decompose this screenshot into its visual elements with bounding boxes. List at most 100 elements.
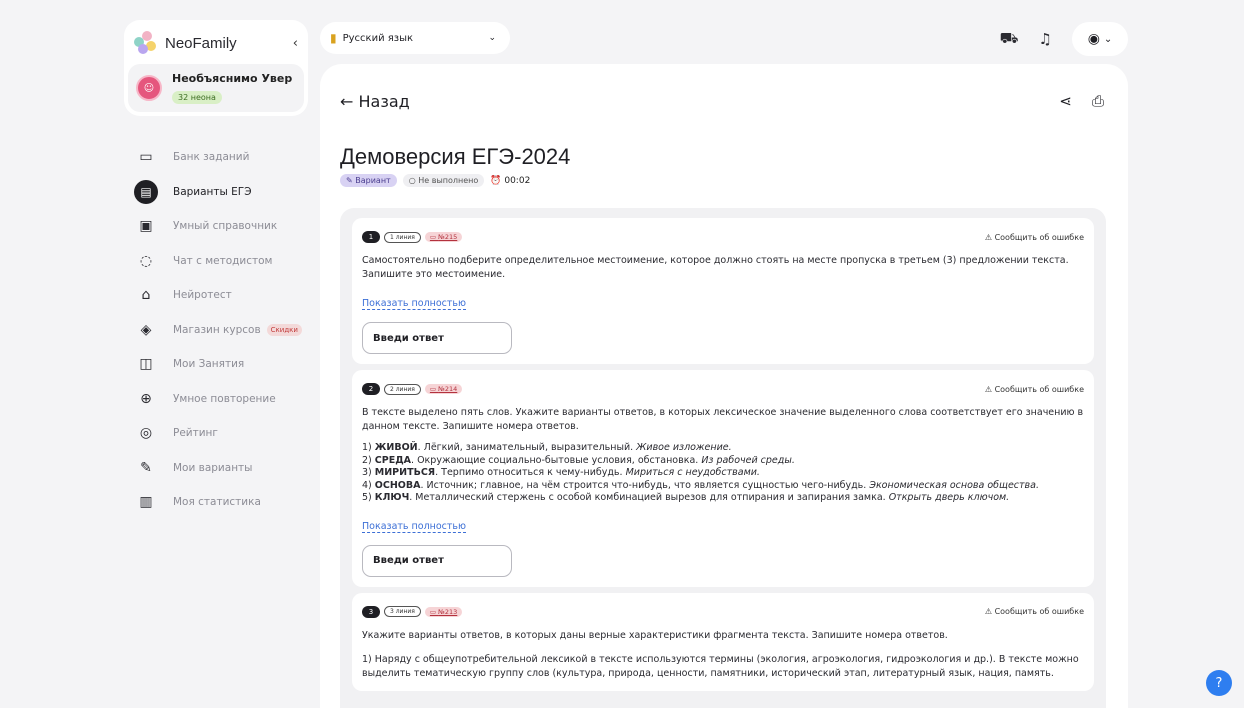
sidebar-item-task-bank[interactable]: ▭ Банк заданий: [134, 140, 314, 175]
item-word: МИРИТЬСЯ: [374, 467, 436, 478]
list-item: 2) СРЕДА. Окружающие социально-бытовые у…: [362, 455, 1084, 468]
item-word: ОСНОВА: [374, 479, 421, 491]
user-profile-card[interactable]: ☺ Необъяснимо Уверенн… 32 неона: [128, 64, 304, 112]
task-bank-number: №213: [438, 607, 458, 616]
print-icon[interactable]: ⎙: [1092, 92, 1104, 110]
top-bar-actions: ⛟ ♫ ◉ ⌄: [1000, 22, 1128, 56]
sidebar-item-label: Банк заданий: [173, 151, 250, 164]
task-card: 1 1 линия ▭ №215 ⚠ Сообщить об ошибке Са…: [352, 218, 1094, 364]
sidebar-item-rating[interactable]: ◎ Рейтинг: [134, 416, 314, 451]
tasks-list[interactable]: 1 1 линия ▭ №215 ⚠ Сообщить об ошибке Са…: [340, 208, 1106, 708]
cart-icon[interactable]: ⛟: [1000, 29, 1019, 49]
sidebar-item-label: Умный справочник: [173, 220, 278, 233]
item-desc: . Источник; главное, на чём строится что…: [420, 479, 870, 491]
report-error-label: Сообщить об ошибке: [994, 384, 1084, 394]
avatar[interactable]: ☺: [136, 75, 162, 101]
timer-value: 00:02: [504, 175, 531, 186]
task-text-extra: 1) Наряду с общеупотребительной лексикой…: [362, 653, 1079, 679]
sidebar-item-smart-reference[interactable]: ▣ Умный справочник: [134, 209, 314, 244]
sidebar-item-course-shop[interactable]: ◈ Магазин курсов Скидки: [134, 313, 314, 348]
chevron-down-icon: ⌄: [1103, 33, 1113, 45]
task-bank-link[interactable]: ▭ №215: [424, 232, 463, 242]
sidebar-nav: ▭ Банк заданий ▤ Варианты ЕГЭ ▣ Умный сп…: [134, 140, 314, 520]
brain-icon: ⊕: [140, 390, 152, 407]
task-bank-number: №215: [438, 233, 458, 241]
answer-input[interactable]: Введи ответ: [362, 544, 512, 577]
item-example: Экономическая основа общества.: [869, 479, 1039, 491]
task-line-badge: 2 линия: [384, 383, 421, 395]
status-label: Не выполнено: [418, 176, 479, 185]
app-root: NeoFamily ‹ ☺ Необъяснимо Уверенн… 32 не…: [0, 0, 1244, 708]
sidebar-item-label: Мои Занятия: [173, 358, 245, 371]
item-word: КЛЮЧ: [374, 492, 410, 503]
sidebar-item-neurotest[interactable]: ⌂ Нейротест: [134, 278, 314, 313]
sidebar-item-label: Рейтинг: [173, 427, 218, 440]
bell-icon[interactable]: ♫: [1039, 30, 1052, 48]
sidebar-item-my-variants[interactable]: ✎ Мои варианты: [134, 451, 314, 486]
task-bank-number: №214: [438, 385, 458, 393]
report-error-label: Сообщить об ошибке: [994, 607, 1084, 616]
variant-tag: ✎ Вариант: [340, 174, 397, 187]
report-error-button[interactable]: ⚠ Сообщить об ошибке: [985, 607, 1084, 616]
brand-name: NeoFamily: [165, 34, 237, 52]
sidebar-item-label: Магазин курсов: [173, 323, 261, 336]
profile-menu-button[interactable]: ◉ ⌄: [1072, 22, 1128, 56]
answer-input[interactable]: Введи ответ: [362, 322, 512, 354]
sidebar-item-my-lessons[interactable]: ◫ Мои Занятия: [134, 347, 314, 382]
subject-select[interactable]: ▮ Русский язык ⌄: [320, 22, 510, 54]
item-desc: . Лёгкий, занимательный, выразительный.: [417, 442, 637, 453]
chevron-down-icon: ⌄: [488, 33, 496, 43]
pencil-icon: ✎: [140, 459, 152, 476]
variant-meta: ✎ Вариант ○ Не выполнено ⏰ 00:02: [340, 174, 530, 187]
user-info: Необъяснимо Уверенн… 32 неона: [172, 72, 292, 104]
show-full-link[interactable]: Показать полностью: [362, 298, 467, 310]
task-line-badge: 3 линия: [384, 606, 421, 617]
item-example: Из рабочей среды.: [701, 454, 795, 466]
item-word: ЖИВОЙ: [374, 442, 418, 453]
graduation-cap-icon: ◈: [140, 321, 152, 338]
item-number: 5): [362, 492, 375, 503]
task-header: 3 3 линия ▭ №213 ⚠ Сообщить об ошибке: [362, 605, 1084, 619]
sale-badge: Скидки: [266, 323, 302, 336]
item-example: Мириться с неудобствами.: [625, 467, 760, 478]
item-desc: . Терпимо относиться к чему-нибудь.: [435, 467, 626, 478]
task-card: 3 3 линия ▭ №213 ⚠ Сообщить об ошибке Ук…: [352, 592, 1094, 691]
back-button[interactable]: ← Назад: [340, 92, 410, 111]
sidebar-item-label: Чат с методистом: [173, 254, 273, 267]
sidebar-item-ege-variants[interactable]: ▤ Варианты ЕГЭ: [134, 175, 314, 210]
task-bank-link[interactable]: ▭ №213: [424, 606, 463, 617]
document-icon: ▤: [134, 179, 158, 204]
report-error-label: Сообщить об ошибке: [994, 232, 1084, 242]
item-number: 2): [362, 454, 375, 466]
help-chat-button[interactable]: ?: [1206, 670, 1232, 696]
user-name: Необъяснимо Уверенн…: [172, 72, 292, 85]
sidebar-item-methodist-chat[interactable]: ◌ Чат с методистом: [134, 244, 314, 279]
sidebar-item-smart-repeat[interactable]: ⊕ Умное повторение: [134, 382, 314, 417]
show-full-link[interactable]: Показать полностью: [362, 521, 467, 533]
neon-balance-badge: 32 неона: [172, 91, 222, 104]
back-label: Назад: [358, 92, 410, 111]
task-bank-link[interactable]: ▭ №214: [424, 384, 463, 394]
list-item: 3) МИРИТЬСЯ. Терпимо относиться к чему-н…: [362, 467, 1084, 480]
task-text: Укажите варианты ответов, в которых даны…: [362, 629, 948, 641]
sidebar-item-label: Варианты ЕГЭ: [173, 185, 252, 198]
share-icon[interactable]: ⋖: [1059, 92, 1072, 110]
task-header: 2 2 линия ▭ №214 ⚠ Сообщить об ошибке: [362, 382, 1084, 396]
sidebar-item-my-stats[interactable]: ▥ Моя статистика: [134, 485, 314, 520]
sidebar-item-label: Умное повторение: [173, 392, 276, 405]
item-desc: . Металлический стержень с особой комбин…: [409, 492, 889, 503]
target-icon: ◎: [139, 425, 153, 442]
report-error-button[interactable]: ⚠ Сообщить об ошибке: [985, 385, 1084, 394]
item-word: СРЕДА: [374, 454, 412, 466]
task-number: 2: [362, 383, 380, 395]
list-item: 1) ЖИВОЙ. Лёгкий, занимательный, выразит…: [362, 442, 1084, 455]
brand-card: NeoFamily ‹ ☺ Необъяснимо Уверенн… 32 не…: [124, 20, 308, 116]
list-item: 4) ОСНОВА. Источник; главное, на чём стр…: [362, 480, 1084, 493]
open-book-icon: ◫: [139, 356, 153, 373]
status-badge: ○ Не выполнено: [402, 174, 485, 187]
book-icon: ▣: [139, 218, 153, 235]
chevron-left-icon[interactable]: ‹: [293, 36, 298, 51]
report-error-button[interactable]: ⚠ Сообщить об ошибке: [985, 233, 1084, 242]
user-circle-icon: ◉: [1087, 31, 1100, 47]
robot-icon: ⌂: [141, 287, 151, 304]
